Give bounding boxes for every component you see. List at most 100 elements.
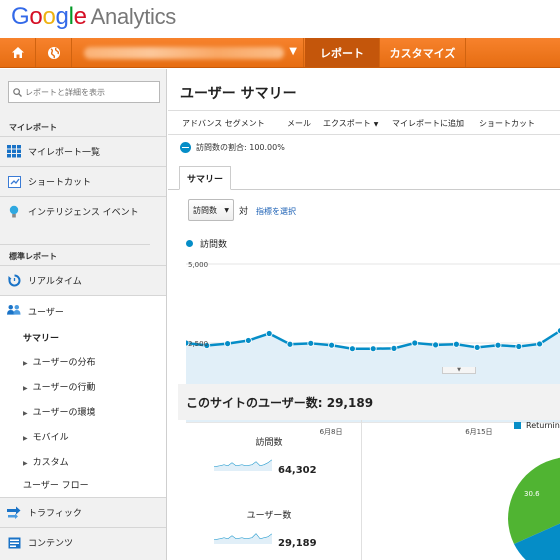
metric-divider bbox=[361, 420, 362, 560]
analytics-app: Google Analytics ▼ レポート カスタマイズ レポートと詳細を表… bbox=[0, 0, 560, 560]
y-tick-label: 2,500 bbox=[188, 340, 208, 348]
logo-bar: Google Analytics bbox=[0, 0, 560, 38]
legend-square bbox=[514, 422, 521, 429]
sidebar-subitem[interactable]: ▶ ユーザーの行動 bbox=[23, 380, 95, 393]
shortcut-button[interactable]: ショートカット bbox=[479, 118, 535, 129]
metric-value: 29,189 bbox=[278, 538, 317, 549]
shortcut-icon bbox=[7, 175, 21, 189]
sidebar-subitem[interactable]: ▶ モバイル bbox=[23, 430, 69, 443]
triangle-right-icon: ▶ bbox=[23, 385, 28, 392]
sidebar-subitem[interactable]: ▶ ユーザーの環境 bbox=[23, 405, 95, 418]
sidebar-item-user-flow[interactable]: ユーザー フロー bbox=[23, 478, 89, 491]
x-tick-label: 6月15日 bbox=[465, 428, 492, 436]
data-point[interactable] bbox=[307, 339, 315, 347]
legend-dot bbox=[186, 240, 193, 247]
data-point[interactable] bbox=[452, 340, 460, 348]
users-icon bbox=[7, 304, 21, 318]
account-selector[interactable]: ▼ bbox=[72, 38, 304, 67]
y-tick-label: 5,000 bbox=[188, 261, 208, 269]
grid-icon bbox=[7, 145, 21, 159]
sidebar-item-intelligence[interactable]: インテリジェンス イベント bbox=[0, 196, 166, 226]
sidebar-item-shortcut[interactable]: ショートカット bbox=[0, 166, 166, 196]
triangle-right-icon: ▶ bbox=[23, 460, 28, 467]
export-button[interactable]: エクスポート ▼ bbox=[323, 118, 378, 129]
users-count-header: このサイトのユーザー数: 29,189 bbox=[178, 384, 560, 420]
sidebar-item-my-reports[interactable]: マイレポート一覧 bbox=[0, 136, 166, 166]
chevron-down-icon: ▼ bbox=[289, 46, 297, 57]
sidebar-item-realtime[interactable]: リアルタイム bbox=[0, 265, 166, 295]
sparkline-users bbox=[214, 533, 272, 544]
triangle-right-icon: ▶ bbox=[23, 435, 28, 442]
metric-value: 64,302 bbox=[278, 465, 317, 476]
triangle-right-icon: ▶ bbox=[23, 360, 28, 367]
content-icon bbox=[7, 536, 21, 550]
home-button[interactable] bbox=[0, 38, 36, 67]
tab-summary[interactable]: サマリー bbox=[179, 166, 231, 190]
report-search[interactable] bbox=[8, 81, 160, 103]
triangle-right-icon: ▶ bbox=[23, 410, 28, 417]
sidebar-item-label: リアルタイム bbox=[28, 277, 82, 287]
standard-reports-header: 標準レポート bbox=[0, 244, 150, 262]
data-point[interactable] bbox=[515, 343, 523, 350]
vs-label: 対 bbox=[239, 207, 249, 217]
data-point[interactable] bbox=[328, 341, 336, 349]
sidebar-item-label: コンテンツ bbox=[28, 539, 74, 549]
chevron-down-icon: ▼ bbox=[224, 207, 229, 214]
email-button[interactable]: メール bbox=[287, 118, 311, 129]
sidebar-item-label: トラフィック bbox=[28, 509, 82, 519]
home-icon bbox=[11, 47, 24, 58]
traffic-icon bbox=[7, 506, 21, 520]
sidebar: マイレポート マイレポート一覧 ショートカット bbox=[0, 69, 167, 560]
sidebar-subitem[interactable]: ▶ カスタム bbox=[23, 455, 69, 468]
visits-percentage: 訪問数の割合: 100.00% bbox=[180, 142, 285, 153]
data-point[interactable] bbox=[390, 344, 398, 352]
chart-legend: 訪問数 bbox=[186, 237, 227, 250]
sidebar-item-label: ショートカット bbox=[28, 178, 92, 188]
google-analytics-logo[interactable]: Google Analytics bbox=[11, 3, 176, 31]
realtime-icon bbox=[7, 274, 21, 288]
add-to-dashboard-button[interactable]: マイレポートに追加 bbox=[392, 118, 464, 129]
sidebar-item-users[interactable]: ユーザー bbox=[7, 304, 64, 318]
data-point[interactable] bbox=[245, 337, 252, 344]
globe-button[interactable] bbox=[36, 38, 72, 67]
sidebar-subitem[interactable]: ▶ ユーザーの分布 bbox=[23, 355, 95, 368]
sidebar-item-label: インテリジェンス イベント bbox=[28, 208, 139, 218]
data-point[interactable] bbox=[494, 341, 502, 349]
data-point[interactable] bbox=[224, 340, 231, 348]
top-nav: ▼ レポート カスタマイズ bbox=[0, 38, 560, 68]
tab-report[interactable]: レポート bbox=[305, 38, 380, 67]
tab-customize[interactable]: カスタマイズ bbox=[380, 38, 466, 67]
chevron-down-icon: ▼ bbox=[373, 121, 379, 128]
series-line bbox=[186, 329, 560, 350]
chart-scroll-handle[interactable]: ▼ bbox=[442, 367, 476, 374]
data-point[interactable] bbox=[473, 344, 481, 351]
data-point[interactable] bbox=[536, 340, 544, 348]
data-point[interactable] bbox=[286, 340, 294, 348]
search-input[interactable] bbox=[25, 87, 155, 97]
account-name-blurred bbox=[84, 46, 284, 59]
report-toolbar: アドバンス セグメント メール エクスポート ▼ マイレポートに追加 ショートカッ… bbox=[168, 110, 560, 135]
select-metric-link[interactable]: 指標を選択 bbox=[256, 206, 296, 217]
sidebar-item-traffic[interactable]: トラフィック bbox=[0, 497, 166, 527]
globe-icon bbox=[47, 46, 60, 59]
data-point[interactable] bbox=[432, 341, 440, 349]
main-panel: ユーザー サマリー アドバンス セグメント メール エクスポート ▼ マイレポート… bbox=[168, 69, 560, 560]
logo-product-name: Analytics bbox=[90, 4, 177, 29]
visitor-pie-chart[interactable]: 30.6 bbox=[508, 437, 560, 560]
data-point[interactable] bbox=[265, 330, 273, 337]
sidebar-item-summary[interactable]: サマリー bbox=[23, 331, 59, 344]
metric-dropdown[interactable]: 訪問数 ▼ bbox=[188, 199, 234, 221]
data-point[interactable] bbox=[348, 345, 356, 353]
pie-percent-label: 30.6 bbox=[524, 490, 540, 498]
sidebar-item-content[interactable]: コンテンツ bbox=[0, 527, 166, 557]
advanced-segment-button[interactable]: アドバンス セグメント bbox=[182, 118, 265, 129]
data-point[interactable] bbox=[369, 345, 377, 353]
metric-label: ユーザー数 bbox=[246, 511, 292, 521]
lightbulb-icon bbox=[7, 205, 21, 219]
search-icon bbox=[13, 87, 22, 97]
sidebar-user-section: ユーザー サマリー ▶ ユーザーの分布 ▶ ユーザーの行動 ▶ ユーザーの環境 ▶ モバ… bbox=[0, 295, 166, 497]
my-reports-header: マイレポート bbox=[9, 123, 57, 132]
pie-legend-returning: Returning bbox=[514, 421, 560, 430]
data-point[interactable] bbox=[411, 339, 419, 347]
segment-icon bbox=[180, 142, 191, 153]
